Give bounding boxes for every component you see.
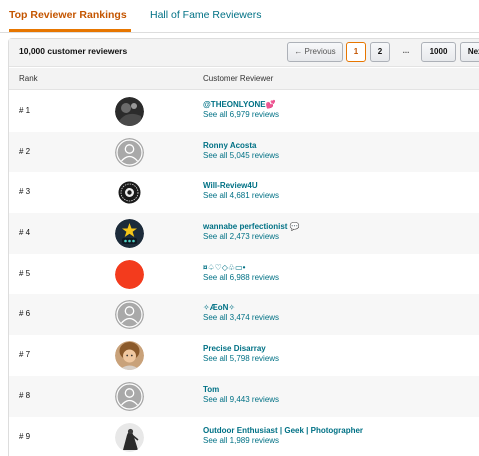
default-avatar-icon[interactable]	[115, 137, 144, 167]
reviewer-column-header: Customer Reviewer	[203, 74, 274, 83]
table-row: # 6 ✧ÆoN✧ See all 3,474 reviews	[9, 294, 479, 336]
reviewer-name[interactable]: ✧ÆoN✧	[203, 303, 235, 312]
rank-value: # 9	[19, 431, 31, 441]
avatar[interactable]	[115, 178, 144, 208]
table-toolbar: 10,000 customer reviewers ← Previous 1 2…	[9, 39, 479, 67]
see-all-reviews-link[interactable]: See all 6,979 reviews	[203, 110, 279, 119]
pagination-ellipsis: ...	[402, 46, 410, 55]
table-row: # 2 Ronny Acosta See all 5,045 reviews	[9, 131, 479, 173]
avatar[interactable]	[115, 259, 144, 289]
reviewer-name[interactable]: Ronny Acosta	[203, 141, 257, 150]
rank-value: # 4	[19, 228, 31, 238]
next-page-button[interactable]: Next	[460, 42, 479, 62]
reviewer-name[interactable]: Tom	[203, 385, 219, 394]
previous-page-button[interactable]: ← Previous	[287, 42, 343, 62]
reviewer-name[interactable]: wannabe perfectionist 💬	[203, 222, 299, 231]
active-tab-indicator	[9, 29, 131, 32]
see-all-reviews-link[interactable]: See all 9,443 reviews	[203, 395, 279, 404]
see-all-reviews-link[interactable]: See all 5,798 reviews	[203, 354, 279, 363]
rank-value: # 3	[19, 187, 31, 197]
table-row: # 7 Precise Disarray See all 5,798 revie…	[9, 335, 479, 376]
avatar[interactable]	[115, 422, 144, 452]
reviewer-count: 10,000 customer reviewers	[19, 46, 128, 56]
see-all-reviews-link[interactable]: See all 5,045 reviews	[203, 151, 279, 160]
tab-bar: Top Reviewer Rankings Hall of Fame Revie…	[0, 0, 479, 33]
see-all-reviews-link[interactable]: See all 1,989 reviews	[203, 436, 279, 445]
reviewer-name[interactable]: Will-Review4U	[203, 181, 258, 190]
default-avatar-icon[interactable]	[115, 381, 144, 411]
page-1-button[interactable]: 1	[346, 42, 366, 62]
rankings-table: 10,000 customer reviewers ← Previous 1 2…	[8, 38, 479, 456]
table-row: # 8 Tom See all 9,443 reviews	[9, 375, 479, 417]
heart-icon: 💕	[265, 100, 276, 109]
rank-value: # 2	[19, 146, 31, 156]
chat-bubble-icon: 💬	[289, 222, 300, 232]
rank-value: # 5	[19, 268, 31, 278]
avatar[interactable]	[115, 219, 144, 249]
page-1000-button[interactable]: 1000	[421, 42, 456, 62]
see-all-reviews-link[interactable]: See all 3,474 reviews	[203, 313, 279, 322]
table-row: # 3 Will-Review4U See all 4,681 reviews	[9, 172, 479, 213]
reviewer-name[interactable]: Precise Disarray	[203, 344, 266, 353]
reviewer-name[interactable]: @THEONLYONE💕	[203, 100, 276, 109]
avatar[interactable]	[115, 341, 144, 371]
rank-value: # 1	[19, 106, 31, 115]
rank-value: # 6	[19, 309, 31, 319]
rank-value: # 8	[19, 390, 31, 400]
table-row: # 5 ¤♤♡◇♧▭• See all 6,988 reviews	[9, 254, 479, 295]
tab-top-reviewer-rankings[interactable]: Top Reviewer Rankings	[9, 9, 127, 22]
reviewer-name[interactable]: ¤♤♡◇♧▭•	[203, 263, 245, 272]
rank-value: # 7	[19, 350, 31, 360]
tab-hall-of-fame[interactable]: Hall of Fame Reviewers	[150, 9, 261, 22]
default-avatar-icon[interactable]	[115, 300, 144, 330]
table-row: # 9 Outdoor Enthusiast | Geek | Photogra…	[9, 417, 479, 456]
table-row: # 1 @THEONLYONE💕 See all 6,979 reviews	[9, 91, 479, 132]
see-all-reviews-link[interactable]: See all 6,988 reviews	[203, 273, 279, 282]
see-all-reviews-link[interactable]: See all 2,473 reviews	[203, 232, 279, 241]
see-all-reviews-link[interactable]: See all 4,681 reviews	[203, 191, 279, 200]
reviewer-list: # 1 @THEONLYONE💕 See all 6,979 reviews #…	[9, 91, 479, 456]
avatar[interactable]	[115, 97, 144, 126]
table-row: # 4 wannabe perfectionist 💬 See all 2,473…	[9, 213, 479, 254]
rank-column-header: Rank	[19, 74, 38, 83]
page-2-button[interactable]: 2	[370, 42, 390, 62]
column-header: Rank Customer Reviewer	[9, 68, 479, 90]
reviewer-name[interactable]: Outdoor Enthusiast | Geek | Photographer	[203, 426, 363, 435]
